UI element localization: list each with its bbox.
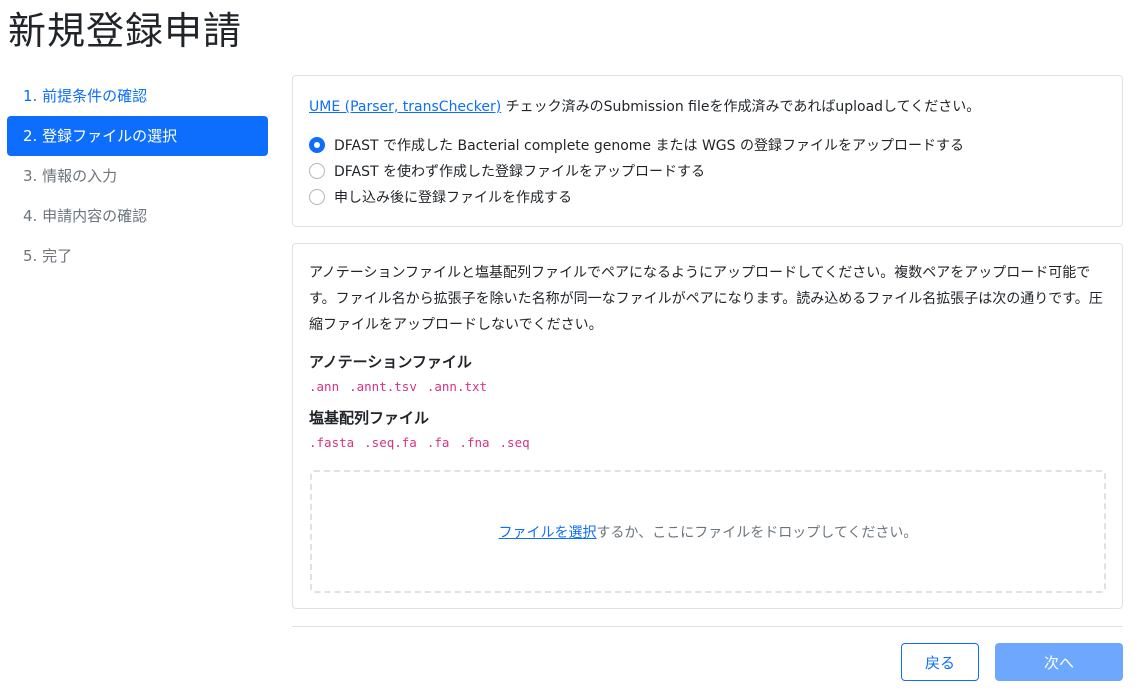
extension: .annt.tsv [349,379,417,394]
step-navigation: 1. 前提条件の確認 2. 登録ファイルの選択 3. 情報の入力 4. 申請内容… [7,76,268,276]
option-create-later[interactable]: 申し込み後に登録ファイルを作成する [309,186,572,208]
page-title: 新規登録申請 [8,9,243,53]
upload-intro-text: チェック済みのSubmission fileを作成済みであればuploadしてく… [501,99,981,115]
option-dfast-upload[interactable]: DFAST で作成した Bacterial complete genome また… [309,134,964,156]
footer-divider [292,626,1123,627]
step-file-selection[interactable]: 2. 登録ファイルの選択 [7,116,268,156]
option-label: 申し込み後に登録ファイルを作成する [334,190,572,206]
extension: .ann.txt [426,379,488,394]
step-info-input: 3. 情報の入力 [23,167,118,185]
annotation-file-heading: アノテーションファイル [309,353,472,371]
ume-link[interactable]: UME (Parser, transChecker) [309,99,501,115]
file-dropzone[interactable]: ファイルを選択 するか、ここにファイルをドロップしてください。 [310,470,1106,593]
file-upload-card: アノテーションファイルと塩基配列ファイルでペアになるようにアップロードしてくださ… [292,243,1123,609]
extension: .ann [309,379,340,394]
radio-dfast-upload[interactable] [309,137,325,153]
select-file-link[interactable]: ファイルを選択 [499,522,597,542]
step-complete: 5. 完了 [23,247,73,265]
radio-non-dfast-upload[interactable] [309,163,325,179]
upload-option-card: UME (Parser, transChecker) チェック済みのSubmis… [292,75,1123,227]
step-prerequisites[interactable]: 1. 前提条件の確認 [7,76,268,116]
upload-description: アノテーションファイルと塩基配列ファイルでペアになるようにアップロードしてくださ… [309,265,1103,333]
sequence-extensions: .fasta .seq.fa .fa .fna .seq [309,435,540,450]
extension: .seq [499,435,530,450]
upload-intro: UME (Parser, transChecker) チェック済みのSubmis… [309,96,980,116]
back-button[interactable]: 戻る [901,643,979,681]
sequence-file-heading: 塩基配列ファイル [309,409,430,427]
step-confirmation: 4. 申請内容の確認 [23,207,148,225]
radio-create-later[interactable] [309,189,325,205]
option-label: DFAST で作成した Bacterial complete genome また… [334,138,964,154]
option-label: DFAST を使わず作成した登録ファイルをアップロードする [334,164,706,180]
extension: .fa [426,435,450,450]
next-button[interactable]: 次へ [995,643,1123,681]
extension: .seq.fa [364,435,417,450]
option-non-dfast-upload[interactable]: DFAST を使わず作成した登録ファイルをアップロードする [309,160,705,182]
annotation-extensions: .ann .annt.tsv .ann.txt [309,379,497,394]
extension: .fasta [309,435,355,450]
dropzone-text: するか、ここにファイルをドロップしてください。 [596,524,918,541]
extension: .fna [459,435,490,450]
